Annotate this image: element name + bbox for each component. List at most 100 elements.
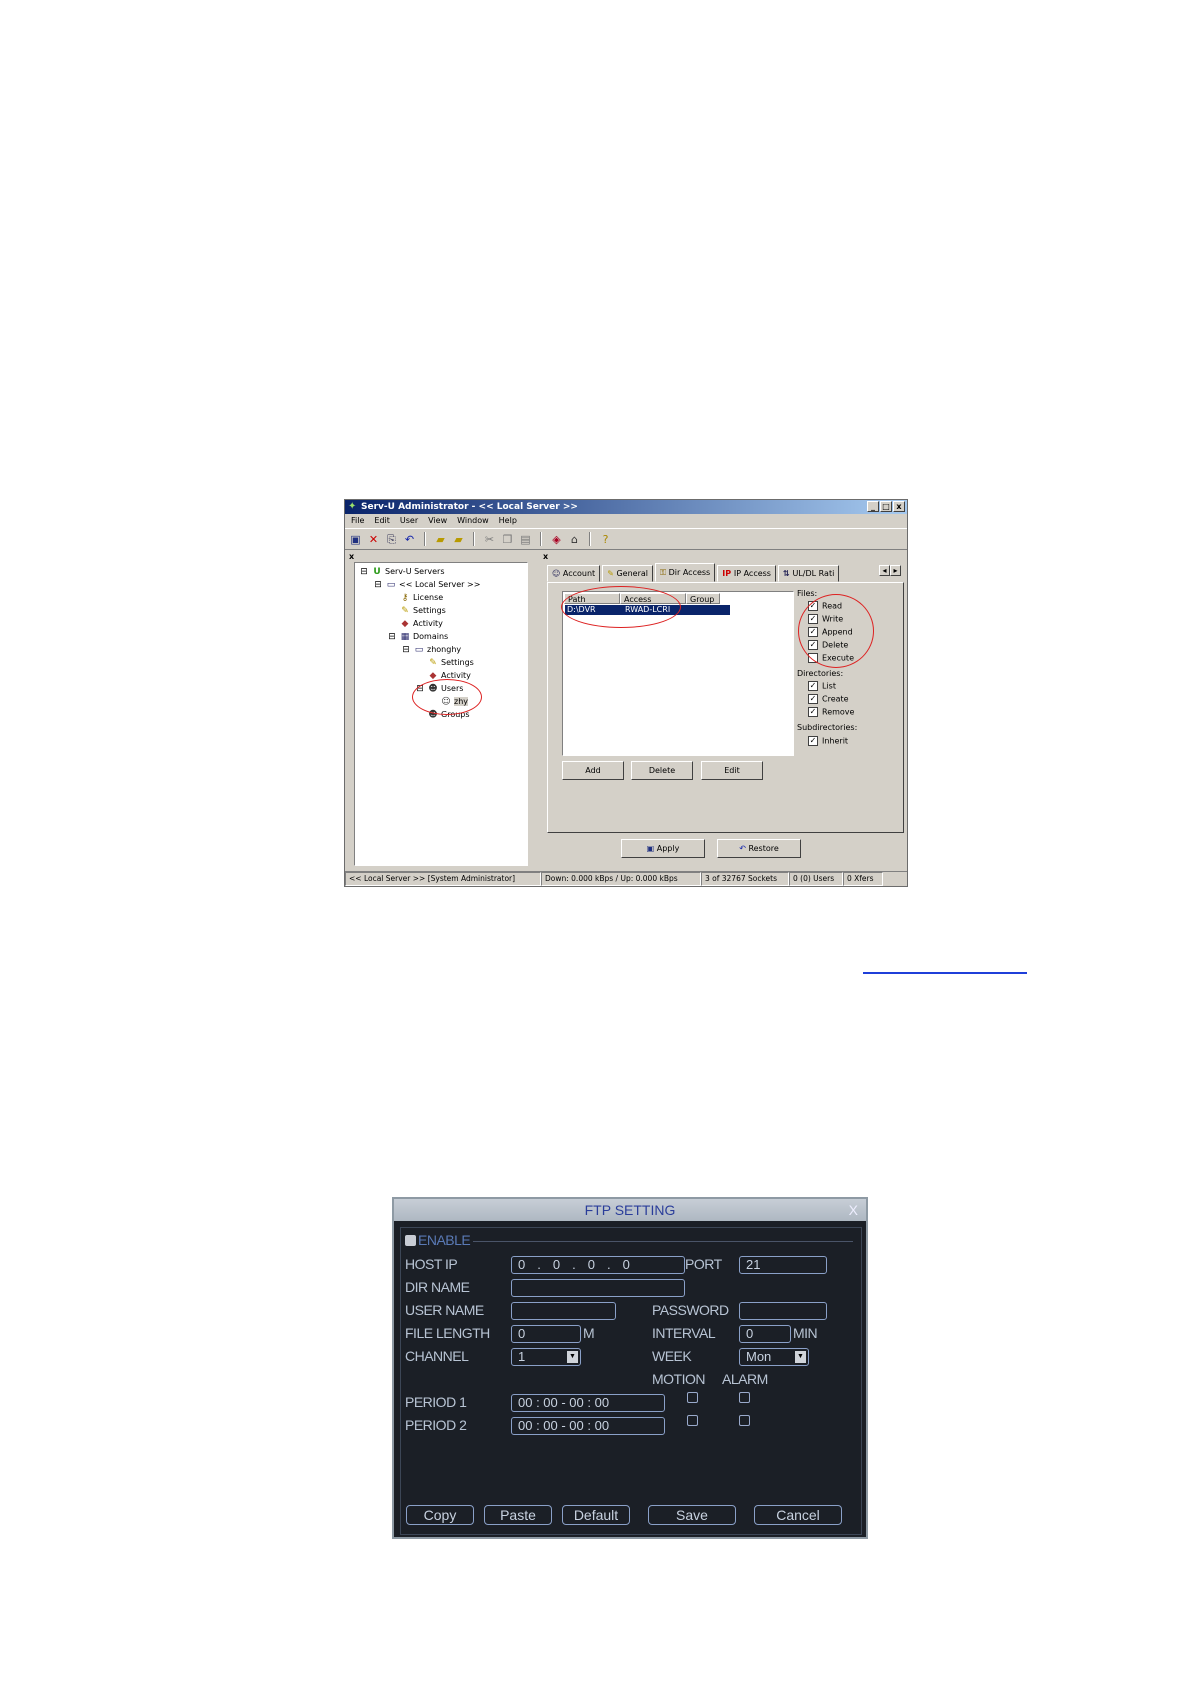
paste-button[interactable]: Paste xyxy=(484,1505,552,1525)
tab-dir-access[interactable]: ⚿ Dir Access xyxy=(654,563,716,582)
period2-motion-checkbox[interactable] xyxy=(687,1415,698,1426)
password-field[interactable] xyxy=(739,1302,827,1320)
tab-strip: ☺ Account ✎ General ⚿ Dir Access IP IP A… xyxy=(547,563,840,582)
activity-icon: ◆ xyxy=(401,619,409,629)
alarm-label: ALARM xyxy=(722,1371,768,1387)
period1-alarm-checkbox[interactable] xyxy=(739,1392,750,1403)
close-button[interactable]: x xyxy=(893,501,905,512)
checkbox-remove[interactable]: ✓ Remove xyxy=(808,707,854,718)
delete-button[interactable]: Delete xyxy=(631,761,693,780)
cancel-button[interactable]: Cancel xyxy=(754,1505,842,1525)
week-select[interactable]: Mon ▼ xyxy=(739,1348,809,1366)
checkbox-inherit[interactable]: ✓ Inherit xyxy=(808,736,848,747)
add-button[interactable]: Add xyxy=(562,761,624,780)
home-icon[interactable]: ⌂ xyxy=(568,533,581,546)
collapse-icon[interactable]: ⊟ xyxy=(373,580,383,590)
menu-view[interactable]: View xyxy=(428,514,447,528)
period1-motion-checkbox[interactable] xyxy=(687,1392,698,1403)
period2-alarm-checkbox[interactable] xyxy=(739,1415,750,1426)
help-icon[interactable]: ? xyxy=(599,533,612,546)
tab-left-arrow-icon[interactable]: ◂ xyxy=(879,565,890,576)
apply-button[interactable]: ▣ Apply xyxy=(621,839,705,858)
column-header-group[interactable]: Group xyxy=(686,593,720,604)
enable-checkbox-box[interactable] xyxy=(405,1235,416,1246)
tree-node-settings[interactable]: ✎ Settings xyxy=(400,606,446,616)
collapse-icon[interactable]: ⊟ xyxy=(359,567,369,577)
dir-access-list[interactable]: Path Access Group D:\DVR RWAD-LCRI xyxy=(561,586,794,756)
menu-window[interactable]: Window xyxy=(457,514,489,528)
folder-icon[interactable]: ▰ xyxy=(452,533,465,546)
save-button[interactable]: Save xyxy=(648,1505,736,1525)
domain-icon: ▭ xyxy=(414,645,424,655)
tab-right-arrow-icon[interactable]: ▸ xyxy=(890,565,901,576)
status-users: 0 (0) Users xyxy=(789,872,843,886)
tree-node-servu-servers[interactable]: ⊟ U Serv-U Servers xyxy=(359,567,444,577)
menu-edit[interactable]: Edit xyxy=(374,514,390,528)
channel-label: CHANNEL xyxy=(405,1348,469,1364)
hyperlink[interactable] xyxy=(863,958,1027,974)
user-name-field[interactable] xyxy=(511,1302,616,1320)
ip-dot: . xyxy=(572,1257,576,1272)
paste-icon[interactable]: ▤ xyxy=(519,533,532,546)
chevron-down-icon[interactable]: ▼ xyxy=(567,1351,578,1363)
checkbox-list-box[interactable]: ✓ xyxy=(808,681,818,691)
key-icon: ⚷ xyxy=(401,593,409,603)
delete-icon[interactable]: ✕ xyxy=(367,533,380,546)
menu-user[interactable]: User xyxy=(400,514,418,528)
tree-node-license[interactable]: ⚷ License xyxy=(400,593,443,603)
dir-name-field[interactable] xyxy=(511,1279,685,1297)
enable-checkbox[interactable]: ENABLE xyxy=(405,1232,471,1248)
checkbox-remove-box[interactable]: ✓ xyxy=(808,707,818,717)
copy-icon[interactable]: ❐ xyxy=(501,533,514,546)
tree-node-domain-settings[interactable]: ✎ Settings xyxy=(428,658,474,668)
collapse-icon[interactable]: ⊟ xyxy=(387,632,397,642)
settings-icon: ✎ xyxy=(429,658,437,668)
ip-access-icon: IP xyxy=(722,569,734,578)
maximize-button[interactable]: □ xyxy=(880,501,892,512)
folder-up-icon[interactable]: ▰ xyxy=(434,533,447,546)
tree-node-domains[interactable]: ⊟ ▦ Domains xyxy=(387,632,448,642)
channel-select[interactable]: 1 ▼ xyxy=(511,1348,581,1366)
tab-ul-dl-ratio[interactable]: ⇅ UL/DL Rati xyxy=(777,565,840,582)
book-icon[interactable]: ◈ xyxy=(550,533,563,546)
close-icon[interactable]: X xyxy=(849,1199,858,1221)
edit-button[interactable]: Edit xyxy=(701,761,763,780)
dir-access-icon: ⚿ xyxy=(659,568,669,577)
tree-node-domain[interactable]: ⊟ ▭ zhonghy xyxy=(401,645,461,655)
status-bar: << Local Server >> [System Administrator… xyxy=(345,871,907,886)
port-field[interactable]: 21 xyxy=(739,1256,827,1274)
checkbox-inherit-box[interactable]: ✓ xyxy=(808,736,818,746)
checkbox-create-box[interactable]: ✓ xyxy=(808,694,818,704)
checkbox-list[interactable]: ✓ List xyxy=(808,681,836,692)
domains-icon: ▦ xyxy=(400,632,410,642)
default-button[interactable]: Default xyxy=(562,1505,630,1525)
enable-divider xyxy=(473,1241,853,1242)
period2-field[interactable]: 00 : 00 - 00 : 00 xyxy=(511,1417,665,1435)
interval-field[interactable]: 0 xyxy=(739,1325,791,1343)
chevron-down-icon[interactable]: ▼ xyxy=(795,1351,806,1363)
tree-node-activity[interactable]: ◆ Activity xyxy=(400,619,443,629)
menu-file[interactable]: File xyxy=(351,514,364,528)
week-label: WEEK xyxy=(652,1348,692,1364)
menu-help[interactable]: Help xyxy=(499,514,517,528)
detail-pane-close[interactable]: x xyxy=(543,552,548,561)
collapse-icon[interactable]: ⊟ xyxy=(401,645,411,655)
interval-unit: MIN xyxy=(793,1325,818,1341)
copy-button[interactable]: Copy xyxy=(406,1505,474,1525)
interval-label: INTERVAL xyxy=(652,1325,716,1341)
period1-field[interactable]: 00 : 00 - 00 : 00 xyxy=(511,1394,665,1412)
tab-general[interactable]: ✎ General xyxy=(602,565,653,582)
copy-user-icon[interactable]: ⎘ xyxy=(385,533,398,546)
save-icon[interactable]: ▣ xyxy=(349,533,362,546)
undo-icon[interactable]: ↶ xyxy=(403,533,416,546)
restore-button[interactable]: ↶ Restore xyxy=(717,839,801,858)
minimize-button[interactable]: _ xyxy=(867,501,879,512)
cut-icon[interactable]: ✂ xyxy=(483,533,496,546)
file-length-field[interactable]: 0 xyxy=(511,1325,581,1343)
host-ip-field[interactable]: 0.0.0.0 xyxy=(511,1256,685,1274)
tree-pane-close[interactable]: x xyxy=(349,552,354,561)
tree-node-local-server[interactable]: ⊟ ▭ << Local Server >> xyxy=(373,580,480,590)
tab-ip-access[interactable]: IP IP Access xyxy=(717,565,776,582)
tab-account[interactable]: ☺ Account xyxy=(547,565,601,582)
checkbox-create[interactable]: ✓ Create xyxy=(808,694,849,705)
